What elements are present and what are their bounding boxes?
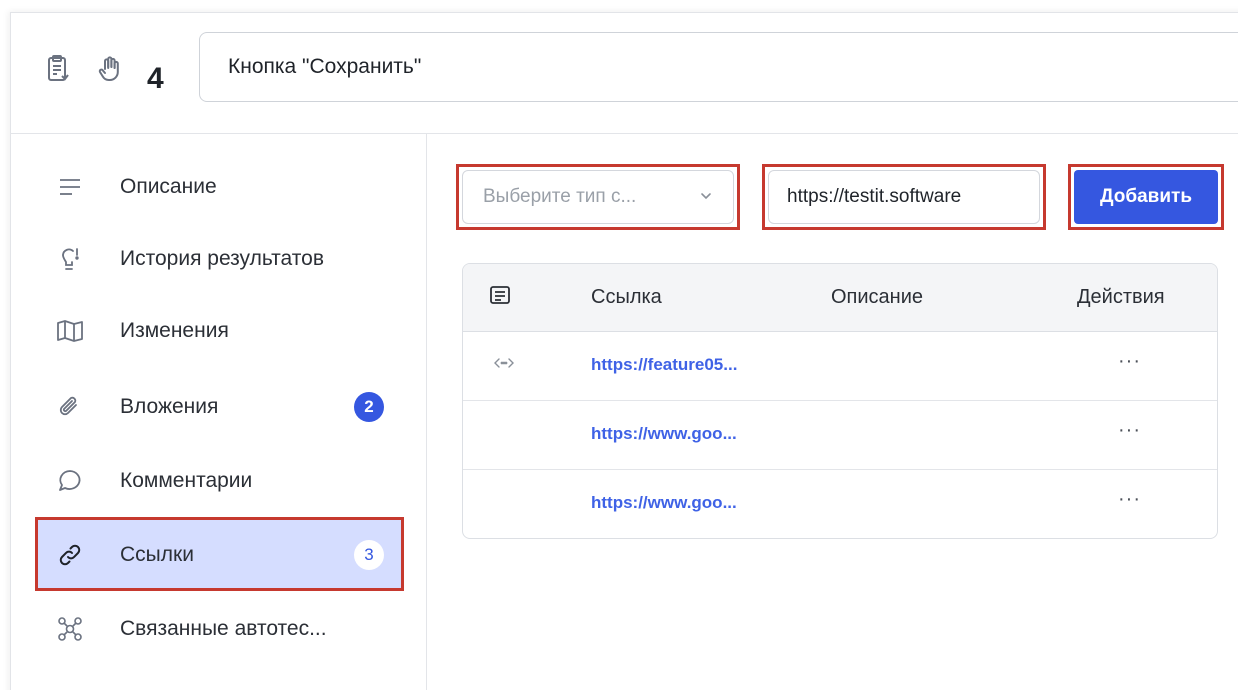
sidebar-item-description[interactable]: Описание [38, 152, 402, 222]
add-button[interactable]: Добавить [1074, 170, 1218, 224]
column-header-actions: Действия [1077, 286, 1165, 308]
sidebar-item-label: Ссылки [120, 543, 194, 566]
link-type-placeholder: Выберите тип с... [483, 186, 637, 207]
link-url[interactable]: https://www.goo... [591, 424, 737, 444]
code-icon [493, 356, 515, 373]
sidebar-item-links[interactable]: Ссылки 3 [38, 520, 402, 590]
sidebar-item-comments[interactable]: Комментарии [38, 446, 402, 516]
graph-nodes-icon [52, 611, 88, 647]
table-row: https://www.goo... ··· [463, 401, 1217, 470]
title-input[interactable] [199, 32, 1238, 102]
row-actions-menu[interactable]: ··· [1118, 419, 1141, 442]
table-row: https://www.goo... ··· [463, 470, 1217, 538]
sidebar-item-label: Связанные автотес... [120, 617, 327, 640]
links-count-badge: 3 [354, 540, 384, 570]
header: 4 [10, 12, 1238, 134]
links-table: Ссылка Описание Действия https://feature… [462, 263, 1218, 539]
lightbulb-icon [52, 241, 88, 277]
link-type-select[interactable]: Выберите тип с... [462, 170, 734, 224]
menu-lines-icon [52, 169, 88, 205]
column-header-link[interactable]: Ссылка [591, 286, 662, 309]
sidebar-item-changes[interactable]: Изменения [38, 296, 402, 366]
sidebar-item-linked-autotests[interactable]: Связанные автотес... [38, 594, 402, 664]
sidebar-item-label: Изменения [120, 319, 229, 342]
sidebar: Описание История результатов Изменения В… [10, 134, 427, 690]
url-input[interactable] [768, 170, 1040, 224]
link-url[interactable]: https://feature05... [591, 355, 737, 375]
attachments-count-badge: 2 [354, 392, 384, 422]
row-actions-menu[interactable]: ··· [1118, 488, 1141, 511]
paperclip-icon [52, 389, 88, 425]
link-url[interactable]: https://www.goo... [591, 493, 737, 513]
item-number: 4 [147, 62, 164, 95]
sidebar-item-label: Комментарии [120, 469, 253, 492]
sidebar-item-attachments[interactable]: Вложения 2 [38, 372, 402, 442]
sidebar-item-label: Описание [120, 175, 217, 198]
chevron-down-icon [699, 187, 713, 209]
table-header: Ссылка Описание Действия [463, 264, 1217, 332]
table-row: https://feature05... ··· [463, 332, 1217, 401]
map-icon [52, 313, 88, 349]
column-header-description[interactable]: Описание [831, 286, 923, 309]
link-icon [52, 537, 88, 573]
sidebar-item-label: Вложения [120, 395, 219, 418]
comment-icon [52, 463, 88, 499]
clipboard-icon[interactable] [46, 54, 70, 84]
column-settings-icon[interactable] [489, 284, 511, 311]
sidebar-item-label: История результатов [120, 247, 324, 270]
sidebar-item-results-history[interactable]: История результатов [38, 224, 402, 294]
hand-icon[interactable] [98, 56, 122, 82]
row-actions-menu[interactable]: ··· [1118, 350, 1141, 373]
